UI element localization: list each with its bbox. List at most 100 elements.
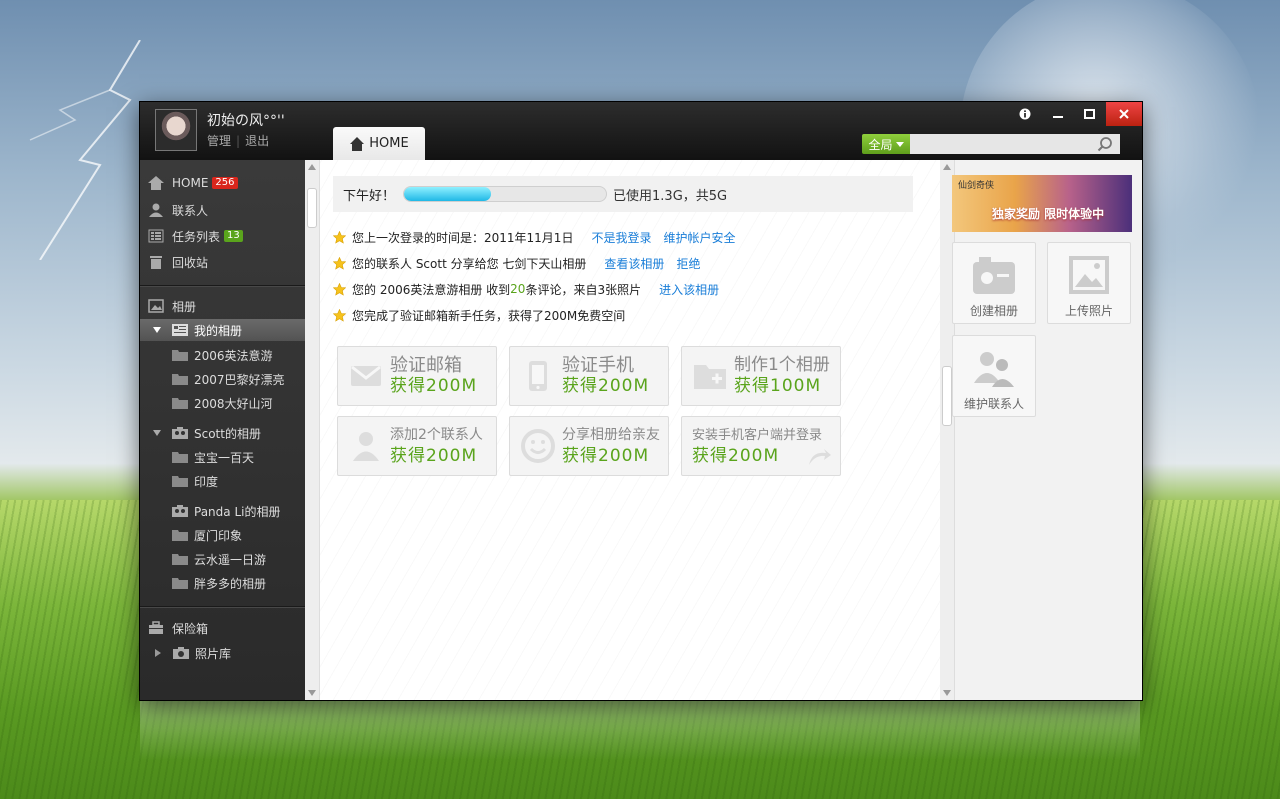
comment-count: 20 <box>510 282 526 296</box>
logout-link[interactable]: 退出 <box>245 134 269 148</box>
camera-icon <box>173 647 189 659</box>
promo-banner[interactable]: 仙剑奇侠 独家奖励 限时体验中 <box>952 175 1132 232</box>
folder-icon <box>172 350 188 361</box>
task-reward: 获得200M <box>692 446 780 466</box>
notice-text: 您完成了验证邮箱新手任务，获得了200M免费空间 <box>352 308 626 323</box>
scroll-thumb[interactable] <box>307 188 317 228</box>
sidebar-item-recycle[interactable]: 回收站 <box>140 250 305 274</box>
task-reward: 获得200M <box>562 376 650 396</box>
sidebar-item-label: 相册 <box>172 299 197 314</box>
sidebar-divider <box>140 285 305 287</box>
folder-icon <box>172 452 188 463</box>
scroll-up-icon[interactable] <box>308 164 316 170</box>
trash-icon <box>150 256 162 269</box>
right-panel: 仙剑奇侠 独家奖励 限时体验中 创建相册 上传照片 维护联系人 <box>940 160 1142 700</box>
banner-text: 独家奖励 限时体验中 <box>992 207 1105 221</box>
task-reward: 获得200M <box>562 446 650 466</box>
info-icon <box>1019 108 1031 120</box>
scroll-down-icon[interactable] <box>308 690 316 696</box>
info-button[interactable] <box>1013 102 1037 126</box>
shared-album-icon <box>172 427 188 439</box>
create-album-button[interactable]: 创建相册 <box>952 242 1036 324</box>
sidebar-item-my-albums[interactable]: 我的相册 <box>140 319 305 341</box>
star-icon <box>333 230 346 244</box>
sidebar-album-item[interactable]: 厦门印象 <box>140 524 305 546</box>
task-card-share-album[interactable]: 分享相册给亲友 获得200M <box>509 416 669 476</box>
content-scrollbar[interactable] <box>305 160 320 700</box>
folder-plus-icon <box>694 365 726 389</box>
user-links: 管理 | 退出 <box>207 132 269 149</box>
mobile-sync-icon <box>809 449 831 465</box>
sidebar-album-item[interactable]: 2006英法意游 <box>140 344 305 366</box>
envelope-icon <box>351 365 381 386</box>
album-label: 厦门印象 <box>194 528 243 543</box>
reject-link[interactable]: 拒绝 <box>676 255 700 272</box>
scroll-thumb[interactable] <box>942 366 952 426</box>
sidebar-album-item[interactable]: 宝宝一百天 <box>140 446 305 468</box>
user-avatar[interactable] <box>155 109 197 151</box>
manage-contacts-button[interactable]: 维护联系人 <box>952 335 1036 417</box>
task-card-install-mobile[interactable]: 安装手机客户端并登录获得200M <box>681 416 841 476</box>
tab-home-label: HOME <box>369 136 409 151</box>
notification-badge: 256 <box>212 177 238 189</box>
minimize-button[interactable] <box>1045 102 1071 126</box>
storage-progress <box>403 186 608 202</box>
task-reward: 获得200M <box>390 446 478 466</box>
task-card-create-album[interactable]: 制作1个相册 获得100M <box>681 346 841 406</box>
search-scope-dropdown[interactable]: 全局 <box>862 134 910 154</box>
sidebar-item-tasks[interactable]: 任务列表 13 <box>140 224 305 248</box>
search-icon[interactable] <box>1097 136 1113 152</box>
sidebar-album-item[interactable]: 云水遥一日游 <box>140 548 305 570</box>
close-button[interactable] <box>1106 102 1142 126</box>
sidebar-item-label: Panda Li的相册 <box>194 504 281 519</box>
sidebar-item-safe[interactable]: 保险箱 <box>140 616 305 640</box>
manage-link[interactable]: 管理 <box>207 134 231 148</box>
link-separator: | <box>236 134 241 148</box>
view-album-link[interactable]: 查看该相册 <box>604 255 664 272</box>
sidebar-item-label: 照片库 <box>195 646 232 661</box>
person-icon <box>353 432 379 461</box>
task-title: 添加2个联系人 <box>390 427 483 443</box>
quick-action-label: 创建相册 <box>969 304 1018 318</box>
scroll-down-icon[interactable] <box>943 690 951 696</box>
task-title: 安装手机客户端并登录 <box>692 428 823 443</box>
album-create-icon <box>973 257 1015 294</box>
sidebar-item-home[interactable]: HOME 256 <box>140 171 305 195</box>
sidebar-item-photo-library[interactable]: 照片库 <box>140 642 305 664</box>
star-icon <box>333 256 346 270</box>
search-input[interactable] <box>910 134 1120 154</box>
maximize-button[interactable] <box>1075 102 1103 126</box>
notice-item: 您完成了验证邮箱新手任务，获得了200M免费空间 <box>333 305 625 325</box>
notice-text: 您上一次登录的时间是：2011年11月1日 <box>352 230 574 245</box>
right-scrollbar[interactable] <box>940 160 955 700</box>
scroll-up-icon[interactable] <box>943 164 951 170</box>
task-card-verify-email[interactable]: 验证邮箱 获得200M <box>337 346 497 406</box>
upload-photo-button[interactable]: 上传照片 <box>1047 242 1131 324</box>
account-security-link[interactable]: 维护帐户安全 <box>663 229 735 246</box>
enter-album-link[interactable]: 进入该相册 <box>659 281 719 298</box>
sidebar-item-albums[interactable]: 相册 <box>140 294 305 318</box>
star-icon <box>333 308 346 322</box>
not-me-link[interactable]: 不是我登录 <box>591 229 651 246</box>
sidebar-item-label: 我的相册 <box>194 323 243 338</box>
task-card-verify-phone[interactable]: 验证手机 获得200M <box>509 346 669 406</box>
title-bar[interactable]: 初始の风°°'' 管理 | 退出 HOME 全局 <box>140 102 1142 160</box>
chevron-down-icon <box>153 327 161 333</box>
folder-icon <box>172 530 188 541</box>
sidebar-album-item[interactable]: 印度 <box>140 470 305 492</box>
home-icon <box>349 136 365 151</box>
folder-icon <box>172 476 188 487</box>
tab-home[interactable]: HOME <box>333 127 425 160</box>
sidebar-album-item[interactable]: 2007巴黎好漂亮 <box>140 368 305 390</box>
folder-icon <box>172 374 188 385</box>
star-icon <box>333 282 346 296</box>
storage-progress-fill <box>404 187 491 201</box>
task-card-add-contacts[interactable]: 添加2个联系人获得200M <box>337 416 497 476</box>
window-reflection <box>140 700 1140 760</box>
sidebar-item-scott-albums[interactable]: Scott的相册 <box>140 422 305 444</box>
album-label: 2007巴黎好漂亮 <box>194 372 285 387</box>
sidebar-item-panda-albums[interactable]: Panda Li的相册 <box>140 500 305 522</box>
sidebar-album-item[interactable]: 胖多多的相册 <box>140 572 305 594</box>
sidebar-item-contacts[interactable]: 联系人 <box>140 198 305 222</box>
sidebar-album-item[interactable]: 2008大好山河 <box>140 392 305 414</box>
